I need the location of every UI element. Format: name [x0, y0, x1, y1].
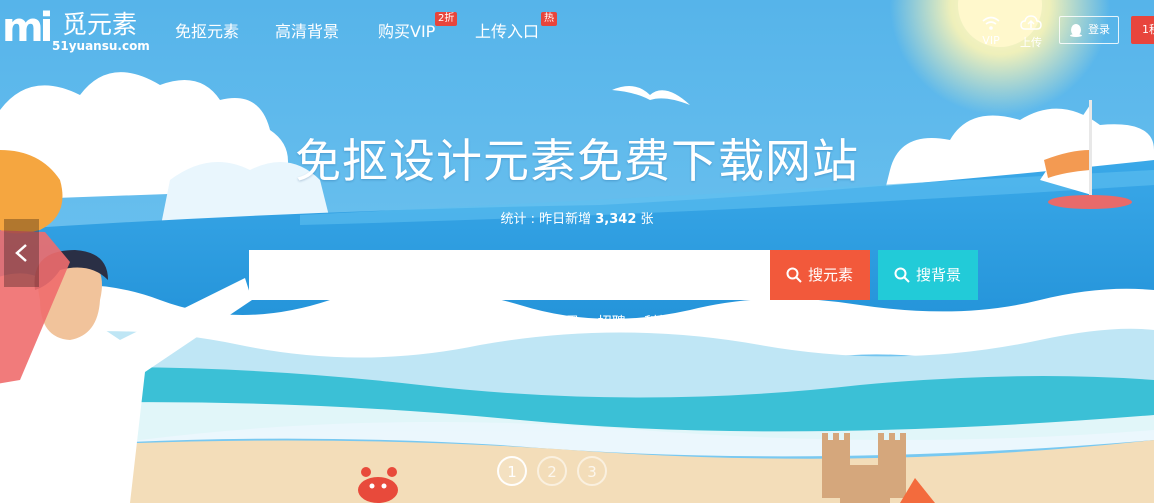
vip-label: VIP	[982, 34, 1000, 47]
hot-keyword[interactable]: 夏天	[379, 315, 407, 331]
wifi-crown-icon	[977, 14, 1005, 34]
stats-prefix: 统计 : 昨日新增	[500, 212, 592, 227]
qq-penguin-icon	[1070, 24, 1082, 37]
one-second-button[interactable]: 1秒	[1131, 16, 1154, 44]
hot-keyword[interactable]: 光	[737, 315, 751, 331]
hot-keyword[interactable]: 箭头	[691, 315, 719, 331]
vip-link[interactable]: VIP	[977, 14, 1005, 47]
nav-upload-entry[interactable]: 上传入口	[475, 22, 539, 42]
hot-keyword[interactable]: 背景	[426, 315, 454, 331]
hot-badge: 热	[541, 12, 557, 26]
carousel-prev-button[interactable]	[4, 219, 39, 287]
logo-mark: mi	[2, 5, 53, 51]
upload-link[interactable]: 上传	[1017, 14, 1045, 50]
stats-unit: 张	[640, 212, 654, 227]
logo-domain: 51yuansu.com	[52, 39, 150, 53]
hero-headline: 免抠设计元素免费下载网站	[295, 134, 859, 188]
search-elements-button[interactable]: 搜元素	[770, 250, 870, 300]
search-backgrounds-button[interactable]: 搜背景	[878, 250, 978, 300]
carousel-page-2[interactable]: 2	[537, 456, 567, 486]
search-elements-label: 搜元素	[808, 266, 854, 284]
nav-buy-vip[interactable]: 购买VIP	[378, 22, 435, 42]
nav-hd-backgrounds[interactable]: 高清背景	[275, 22, 339, 42]
upload-label: 上传	[1020, 36, 1042, 49]
search-icon	[786, 267, 802, 283]
hot-keyword[interactable]: 水	[519, 315, 533, 331]
hot-keyword[interactable]: 招聘	[598, 315, 626, 331]
nav-free-elements[interactable]: 免抠元素	[175, 22, 239, 42]
search-backgrounds-label: 搜背景	[916, 266, 962, 284]
site-logo[interactable]: mi 觅元素 51yuansu.com	[0, 8, 160, 54]
nav-label: 高清背景	[275, 22, 340, 41]
login-label: 登录	[1088, 23, 1110, 36]
nav-label: 免抠元素	[175, 22, 240, 41]
stats-value: 3,342	[595, 212, 637, 227]
search-input[interactable]	[249, 250, 770, 300]
search-icon	[894, 267, 910, 283]
hot-keyword[interactable]: 科技	[644, 315, 672, 331]
hot-keyword[interactable]: 水墨	[551, 315, 579, 331]
discount-badge: 2折	[435, 12, 458, 26]
hero-banner: mi 觅元素 51yuansu.com 免抠元素 高清背景 购买VIP 2折 上…	[0, 0, 1154, 503]
nav-label: 上传入口	[475, 22, 540, 41]
nav-label: 购买VIP	[378, 22, 436, 41]
carousel-page-3[interactable]: 3	[577, 456, 607, 486]
hot-keyword[interactable]: 边框	[472, 315, 500, 331]
carousel-page-1[interactable]: 1	[497, 456, 527, 486]
hot-search-bar: 热门搜索： 夏天 背景 边框 水 水墨 招聘 科技 箭头 光	[293, 313, 765, 333]
login-button[interactable]: 登录	[1059, 16, 1119, 44]
hot-search-label: 热门搜索：	[293, 315, 363, 331]
logo-brand-name: 觅元素	[62, 10, 138, 39]
chevron-left-icon	[15, 244, 27, 262]
cloud-upload-icon	[1017, 14, 1045, 34]
one-second-label: 1秒	[1142, 23, 1154, 36]
upload-stats: 统计 : 昨日新增 3,342 张	[0, 211, 1154, 229]
